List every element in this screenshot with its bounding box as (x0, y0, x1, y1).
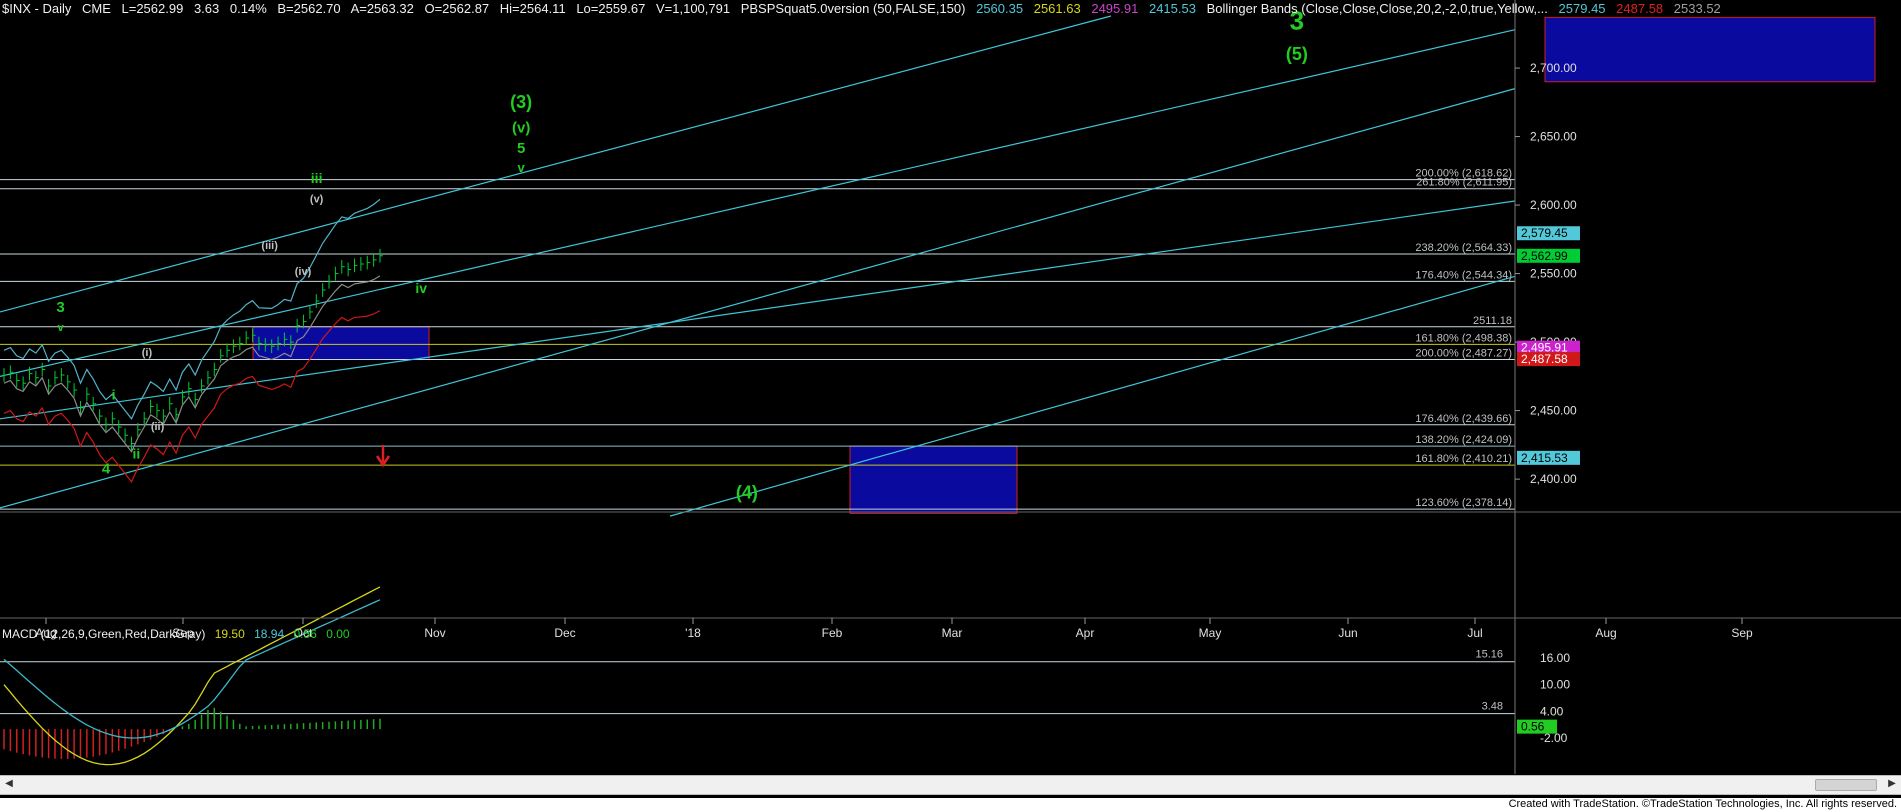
last-price: L=2562.99 (121, 1, 184, 16)
indicator2-name: Bollinger Bands (Close,Close,Close,20,2,… (1206, 1, 1548, 16)
fib-label: 138.20% (2,424.09) (1415, 434, 1512, 446)
fib-label: 176.40% (2,439.66) (1415, 413, 1512, 425)
macd-zero-value: 0.00 (326, 627, 350, 641)
macd-name: MACD (12,26,9,Green,Red,DarkGray) (2, 627, 206, 641)
fib-label: 238.20% (2,564.33) (1415, 242, 1512, 254)
chart-canvas[interactable]: 200.00% (2,618.62)261.80% (2,611.95)238.… (0, 0, 1901, 812)
fib-label: 261.80% (2,611.95) (1416, 177, 1512, 189)
bb-mid-value: 2533.52 (1673, 1, 1721, 16)
y-tick-label: 2,650.00 (1530, 130, 1577, 144)
wave-5-target-box (1544, 16, 1876, 83)
fib-label: 176.40% (2,544.34) (1415, 269, 1512, 281)
footer-credit: Created with TradeStation. ©TradeStation… (1508, 798, 1897, 810)
scroll-thumb[interactable] (1815, 779, 1877, 791)
bb-upper-value: 2579.45 (1558, 1, 1606, 16)
wave-label: ii (132, 446, 140, 462)
macd-line (3, 586, 381, 766)
fib-label: 200.00% (2,487.27) (1415, 348, 1512, 360)
y-tick-label: 2,600.00 (1530, 198, 1577, 212)
macd-header: MACD (12,26,9,Green,Red,DarkGray) 19.50 … (2, 627, 356, 641)
price-tag: 2,579.45 (1521, 226, 1568, 240)
wave-label: (3) (510, 92, 532, 112)
price-pane: 200.00% (2,618.62)261.80% (2,611.95)238.… (0, 6, 1876, 517)
indicator1-value-1: 2560.35 (976, 1, 1024, 16)
wave-label: iv (415, 280, 427, 296)
fib-label: 161.80% (2,498.38) (1415, 332, 1512, 344)
low-price: Lo=2559.67 (576, 1, 646, 16)
macd-tag: 0.56 (1521, 720, 1545, 734)
bid-price: B=2562.70 (277, 1, 341, 16)
chart-header: $INX - Daily CME L=2562.99 3.63 0.14% B=… (2, 1, 1728, 16)
price-tag: 2,487.58 (1521, 352, 1568, 366)
high-price: Hi=2564.11 (499, 1, 566, 16)
x-tick-label: Sep (1731, 626, 1753, 640)
x-tick-label: Jun (1338, 626, 1357, 640)
macd-diff-value: 0.56 (293, 627, 317, 641)
wave-label: 3 (56, 299, 64, 316)
scroll-left-icon[interactable]: ◀ (2, 777, 16, 791)
y-tick-label: 2,700.00 (1530, 61, 1577, 75)
macd-level-label: 3.48 (1482, 701, 1503, 713)
signal-line (3, 599, 381, 739)
macd-signal-value: 18.94 (254, 627, 285, 641)
macd-tick-label: 4.00 (1540, 704, 1564, 718)
wave-label: 5 (517, 140, 525, 157)
y-tick-label: 2,450.00 (1530, 404, 1577, 418)
wave-label: i (112, 387, 116, 403)
open-price: O=2562.87 (424, 1, 490, 16)
wave-label: (iii) (261, 240, 278, 252)
fib-label: 2511.18 (1473, 315, 1512, 327)
fib-label: 161.80% (2,410.21) (1415, 453, 1512, 465)
x-tick-label: Dec (554, 626, 575, 640)
x-tick-label: Apr (1076, 626, 1095, 640)
price-bg (0, 14, 1515, 512)
y-tick-label: 2,400.00 (1530, 472, 1577, 486)
wave-label: v (58, 322, 65, 334)
wave-label: 4 (102, 461, 111, 478)
time-scrollbar[interactable]: ◀ ▶ (0, 775, 1901, 795)
symbol-label: $INX - Daily (2, 1, 72, 16)
y-tick-label: 2,550.00 (1530, 267, 1577, 281)
macd-tick-label: 16.00 (1540, 651, 1570, 665)
price-tag: 2,415.53 (1521, 451, 1568, 465)
macd-pane: 15.16 3.48 (0, 586, 1515, 766)
fib-label: 123.60% (2,378.14) (1415, 497, 1512, 509)
x-tick-label: Mar (942, 626, 963, 640)
macd-level-label: 15.16 (1475, 649, 1503, 661)
volume: V=1,100,791 (655, 1, 731, 16)
wave-label: iii (311, 170, 323, 186)
macd-tick-label: 10.00 (1540, 678, 1570, 692)
x-tick-label: Jul (1467, 626, 1482, 640)
wave-label: (4) (736, 482, 758, 502)
scroll-right-icon[interactable]: ▶ (1885, 777, 1899, 791)
x-tick-label: Feb (822, 626, 843, 640)
wave-label: (iv) (295, 266, 312, 278)
indicator1-value-2: 2561.63 (1033, 1, 1081, 16)
price-tag: 2,562.99 (1521, 249, 1568, 263)
wave-label: (ii) (151, 421, 165, 433)
wave-label: (i) (142, 347, 153, 359)
x-tick-label: '18 (685, 626, 701, 640)
indicator1-name: PBSPSquat5.0version (50,FALSE,150) (740, 1, 966, 16)
pct-change: 0.14% (229, 1, 267, 16)
x-tick-label: May (1199, 626, 1222, 640)
wave-4-target-box (849, 445, 1018, 514)
wave-label: v (518, 160, 526, 175)
macd-value: 19.50 (214, 627, 245, 641)
x-tick-label: Nov (424, 626, 445, 640)
x-tick-label: Aug (1595, 626, 1616, 640)
indicator1-value-3: 2495.91 (1091, 1, 1139, 16)
ask-price: A=2563.32 (350, 1, 414, 16)
net-change: 3.63 (193, 1, 220, 16)
wave-label: (5) (1286, 44, 1308, 64)
wave-label: (v) (512, 119, 530, 136)
bb-lower-value: 2487.58 (1616, 1, 1664, 16)
indicator1-value-4: 2415.53 (1148, 1, 1196, 16)
exchange-label: CME (81, 1, 111, 16)
wave-label: (v) (310, 193, 324, 205)
